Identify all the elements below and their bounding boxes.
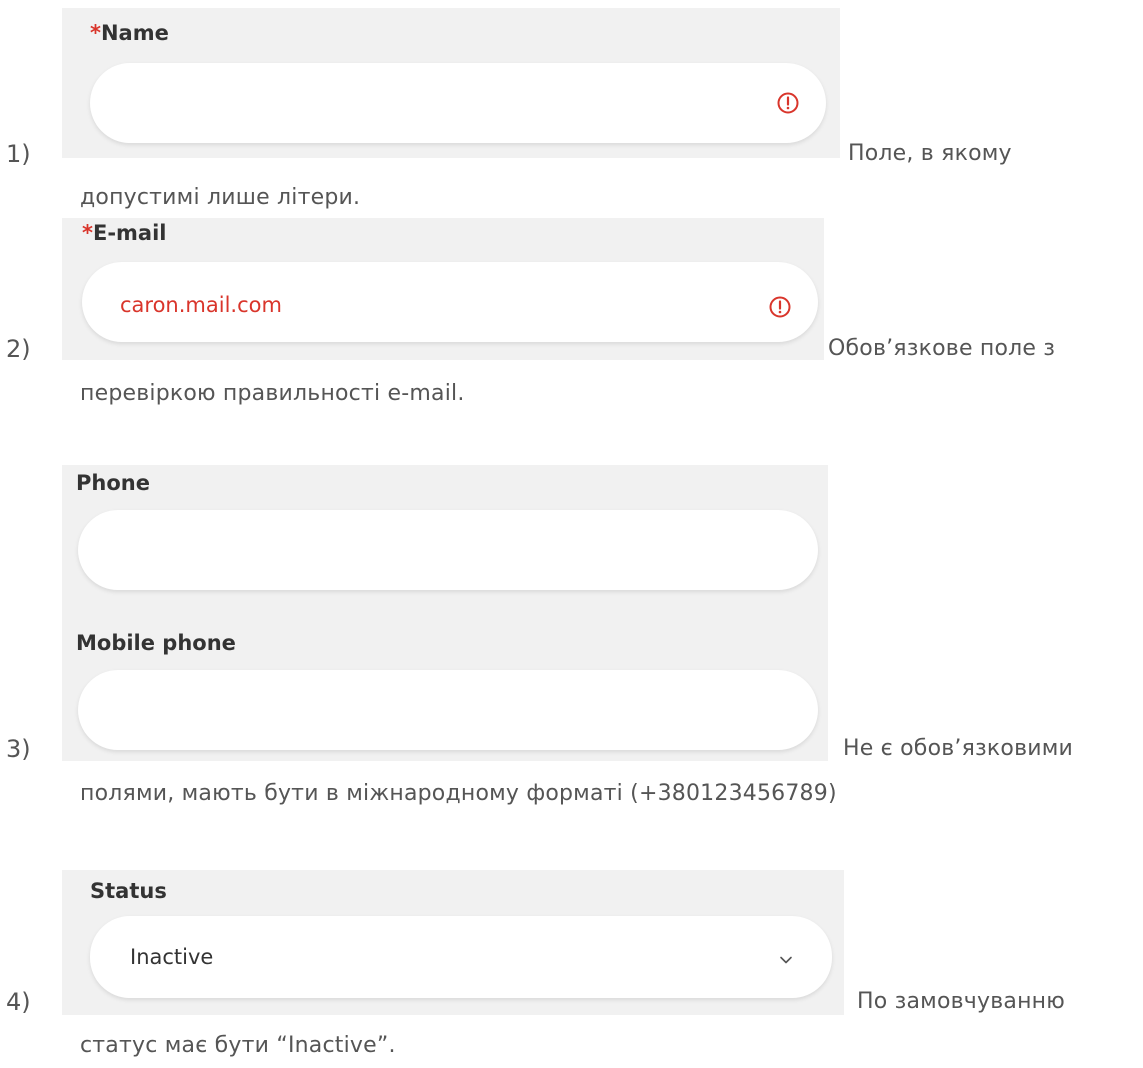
name-field-screenshot: *Name <box>62 8 840 158</box>
item-number: 3) <box>6 735 31 763</box>
chevron-down-icon <box>780 956 792 964</box>
email-label: *E-mail <box>82 220 167 246</box>
email-label-text: E-mail <box>92 221 167 245</box>
status-field-screenshot: Status Inactive <box>62 870 844 1015</box>
email-input[interactable]: caron.mail.com <box>82 262 818 342</box>
item-number: 4) <box>6 988 31 1016</box>
email-field-screenshot: *E-mail caron.mail.com <box>62 218 824 360</box>
required-mark: * <box>82 221 93 245</box>
caption-line-1: Не є обов’язковими <box>843 736 1074 761</box>
caption-line-1: Обов’язкове поле з <box>828 336 1056 361</box>
required-mark: * <box>90 21 101 45</box>
phone-label: Phone <box>76 471 150 495</box>
phone-fields-screenshot: Phone Mobile phone <box>62 465 828 761</box>
caption-line-1: По замовчуванню <box>857 989 1065 1014</box>
status-select-value: Inactive <box>130 945 214 969</box>
caption-line-2: перевіркою правильності e-mail. <box>80 381 465 406</box>
phone-input[interactable] <box>78 510 818 590</box>
item-number: 2) <box>6 335 31 363</box>
mobile-phone-label: Mobile phone <box>76 631 236 655</box>
exclamation-circle-icon <box>769 296 791 318</box>
status-select[interactable]: Inactive <box>90 916 832 998</box>
caption-line-1: Поле, в якому <box>848 141 1012 166</box>
status-label: Status <box>90 879 167 903</box>
email-input-value: caron.mail.com <box>120 293 282 317</box>
exclamation-circle-icon <box>777 92 799 114</box>
mobile-phone-input[interactable] <box>78 670 818 750</box>
caption-line-2: полями, мають бути в міжнародному формат… <box>80 781 837 806</box>
name-label: *Name <box>90 20 169 46</box>
caption-line-2: допустимі лише літери. <box>80 185 361 210</box>
name-label-text: Name <box>100 21 169 45</box>
caption-line-2: статус має бути “Inactive”. <box>80 1033 396 1058</box>
name-input[interactable] <box>90 63 826 143</box>
item-number: 1) <box>6 140 31 168</box>
